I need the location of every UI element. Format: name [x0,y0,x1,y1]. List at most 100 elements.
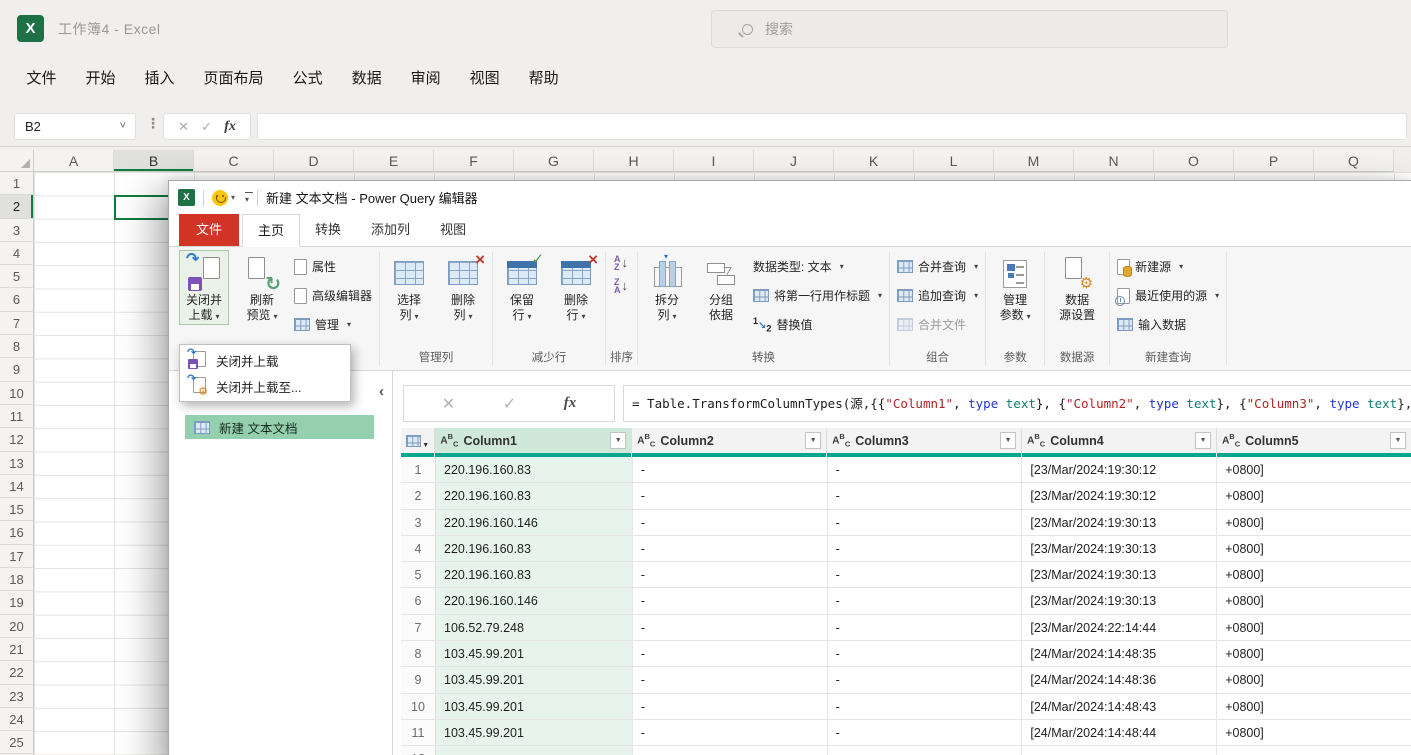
row-header-11[interactable]: 11 [0,405,34,428]
table-row[interactable]: 9103.45.99.201--[24/Mar/2024:14:48:36+08… [401,667,1411,693]
row-number[interactable]: 7 [401,615,436,640]
row-header-3[interactable]: 3 [0,219,34,242]
table-cell[interactable] [828,746,1023,755]
table-cell[interactable]: +0800] [1217,694,1411,719]
row-header-20[interactable]: 20 [0,615,34,638]
table-cell[interactable]: 103.45.99.201 [436,720,633,745]
merge-queries-button[interactable]: 合并查询 [894,252,981,281]
enter-data-button[interactable]: 输入数据 [1114,310,1222,339]
data-type-button[interactable]: 数据类型: 文本 [750,252,885,281]
column-header-H[interactable]: H [594,150,674,172]
row-header-7[interactable]: 7 [0,312,34,335]
refresh-preview-button[interactable]: ↻ 刷新 预览 [237,250,287,325]
table-cell[interactable]: +0800] [1217,641,1411,666]
row-header-10[interactable]: 10 [0,382,34,405]
column-header-L[interactable]: L [914,150,994,172]
row-number[interactable]: 4 [401,536,436,561]
table-row[interactable]: 1220.196.160.83--[23/Mar/2024:19:30:12+0… [401,457,1411,483]
excel-search-box[interactable] [711,10,1228,48]
menu-item-close-and-load[interactable]: ↷ 关闭并上载 [180,347,350,373]
formula-bar-input[interactable] [257,113,1407,140]
row-header-16[interactable]: 16 [0,521,34,544]
append-queries-button[interactable]: 追加查询 [894,281,981,310]
table-cell[interactable]: - [633,720,828,745]
table-cell[interactable]: - [633,536,828,561]
table-cell[interactable]: 220.196.160.83 [436,457,633,482]
table-cell[interactable]: [23/Mar/2024:22:14:44 [1022,615,1217,640]
query-list-item-selected[interactable]: 新建 文本文档 [185,415,374,439]
table-row[interactable]: 8103.45.99.201--[24/Mar/2024:14:48:35+08… [401,641,1411,667]
table-cell[interactable]: 103.45.99.201 [436,667,633,692]
table-cell[interactable]: - [828,483,1023,508]
insert-function-icon[interactable]: fx [564,395,577,412]
excel-tab-data[interactable]: 数据 [337,58,396,100]
column-header-C[interactable]: C [194,150,274,172]
group-by-button[interactable]: 分组 依据 [696,250,746,324]
chevron-down-icon[interactable]: ˅ [120,114,126,139]
table-row[interactable]: 10103.45.99.201--[24/Mar/2024:14:48:43+0… [401,694,1411,720]
row-header-25[interactable]: 25 [0,731,34,754]
table-cell[interactable] [1022,746,1217,755]
table-cell[interactable]: - [633,588,828,613]
table-cell[interactable]: [23/Mar/2024:19:30:13 [1022,588,1217,613]
table-cell[interactable]: - [633,510,828,535]
table-cell[interactable]: 103.45.99.201 [436,641,633,666]
table-cell[interactable] [633,746,828,755]
excel-tab-help[interactable]: 帮助 [514,58,573,100]
table-cell[interactable]: +0800] [1217,457,1411,482]
remove-rows-button[interactable]: × 删除 行 [551,250,601,325]
row-header-13[interactable]: 13 [0,452,34,475]
column-header-Column2[interactable]: ABCColumn2▼ [632,428,827,453]
table-cell[interactable]: [24/Mar/2024:14:48:35 [1022,641,1217,666]
column-header-K[interactable]: K [834,150,914,172]
excel-tab-insert[interactable]: 插入 [130,58,189,100]
table-cell[interactable]: - [633,457,828,482]
filter-dropdown-button[interactable]: ▼ [1195,432,1211,449]
filter-dropdown-button[interactable]: ▼ [1000,432,1016,449]
row-number[interactable]: 11 [401,720,436,745]
table-cell[interactable]: [24/Mar/2024:14:48:43 [1022,694,1217,719]
manage-button[interactable]: 管理 [291,310,375,339]
row-header-6[interactable]: 6 [0,288,34,311]
use-first-row-as-headers-button[interactable]: 将第一行用作标题 [750,281,885,310]
table-cell[interactable]: - [633,694,828,719]
table-row[interactable]: 11103.45.99.201--[24/Mar/2024:14:48:44+0… [401,720,1411,746]
table-row[interactable]: 5220.196.160.83--[23/Mar/2024:19:30:13+0… [401,562,1411,588]
column-header-Column1[interactable]: ABCColumn1▼ [435,428,632,453]
replace-values-button[interactable]: 1↘2 替换值 [750,310,885,339]
row-header-23[interactable]: 23 [0,685,34,708]
enter-icon[interactable]: ✓ [503,394,516,414]
table-cell[interactable]: - [828,694,1023,719]
table-cell[interactable]: +0800] [1217,615,1411,640]
filter-dropdown-button[interactable]: ▼ [1390,432,1406,449]
table-cell[interactable]: - [633,641,828,666]
table-row[interactable]: 3220.196.160.146--[23/Mar/2024:19:30:13+… [401,510,1411,536]
table-cell[interactable]: +0800] [1217,588,1411,613]
table-cell[interactable]: - [828,562,1023,587]
column-header-M[interactable]: M [994,150,1074,172]
row-header-18[interactable]: 18 [0,568,34,591]
name-box[interactable]: B2 ˅ [14,113,136,140]
text-type-icon[interactable]: ABC [1027,432,1045,448]
column-header-G[interactable]: G [514,150,594,172]
table-cell[interactable]: - [828,510,1023,535]
table-cell[interactable]: [23/Mar/2024:19:30:12 [1022,483,1217,508]
column-header-D[interactable]: D [274,150,354,172]
text-type-icon[interactable]: ABC [637,432,655,448]
table-cell[interactable]: +0800] [1217,483,1411,508]
text-type-icon[interactable]: ABC [440,432,458,448]
pq-formula-bar[interactable]: = Table.TransformColumnTypes(源,{{"Column… [623,385,1411,422]
table-cell[interactable]: - [633,483,828,508]
table-cell[interactable]: 103.45.99.201 [436,694,633,719]
row-header-21[interactable]: 21 [0,638,34,661]
table-cell[interactable]: 220.196.160.83 [436,483,633,508]
column-header-Column5[interactable]: ABCColumn5▼ [1217,428,1411,453]
search-input[interactable] [765,21,1165,37]
row-header-17[interactable]: 17 [0,545,34,568]
row-header-2[interactable]: 2 [0,195,34,218]
table-cell[interactable]: [24/Mar/2024:14:48:36 [1022,667,1217,692]
row-header-24[interactable]: 24 [0,708,34,731]
column-header-Column4[interactable]: ABCColumn4▼ [1022,428,1217,453]
row-header-5[interactable]: 5 [0,265,34,288]
data-source-settings-button[interactable]: ⚙ 数据 源设置 [1049,250,1105,324]
